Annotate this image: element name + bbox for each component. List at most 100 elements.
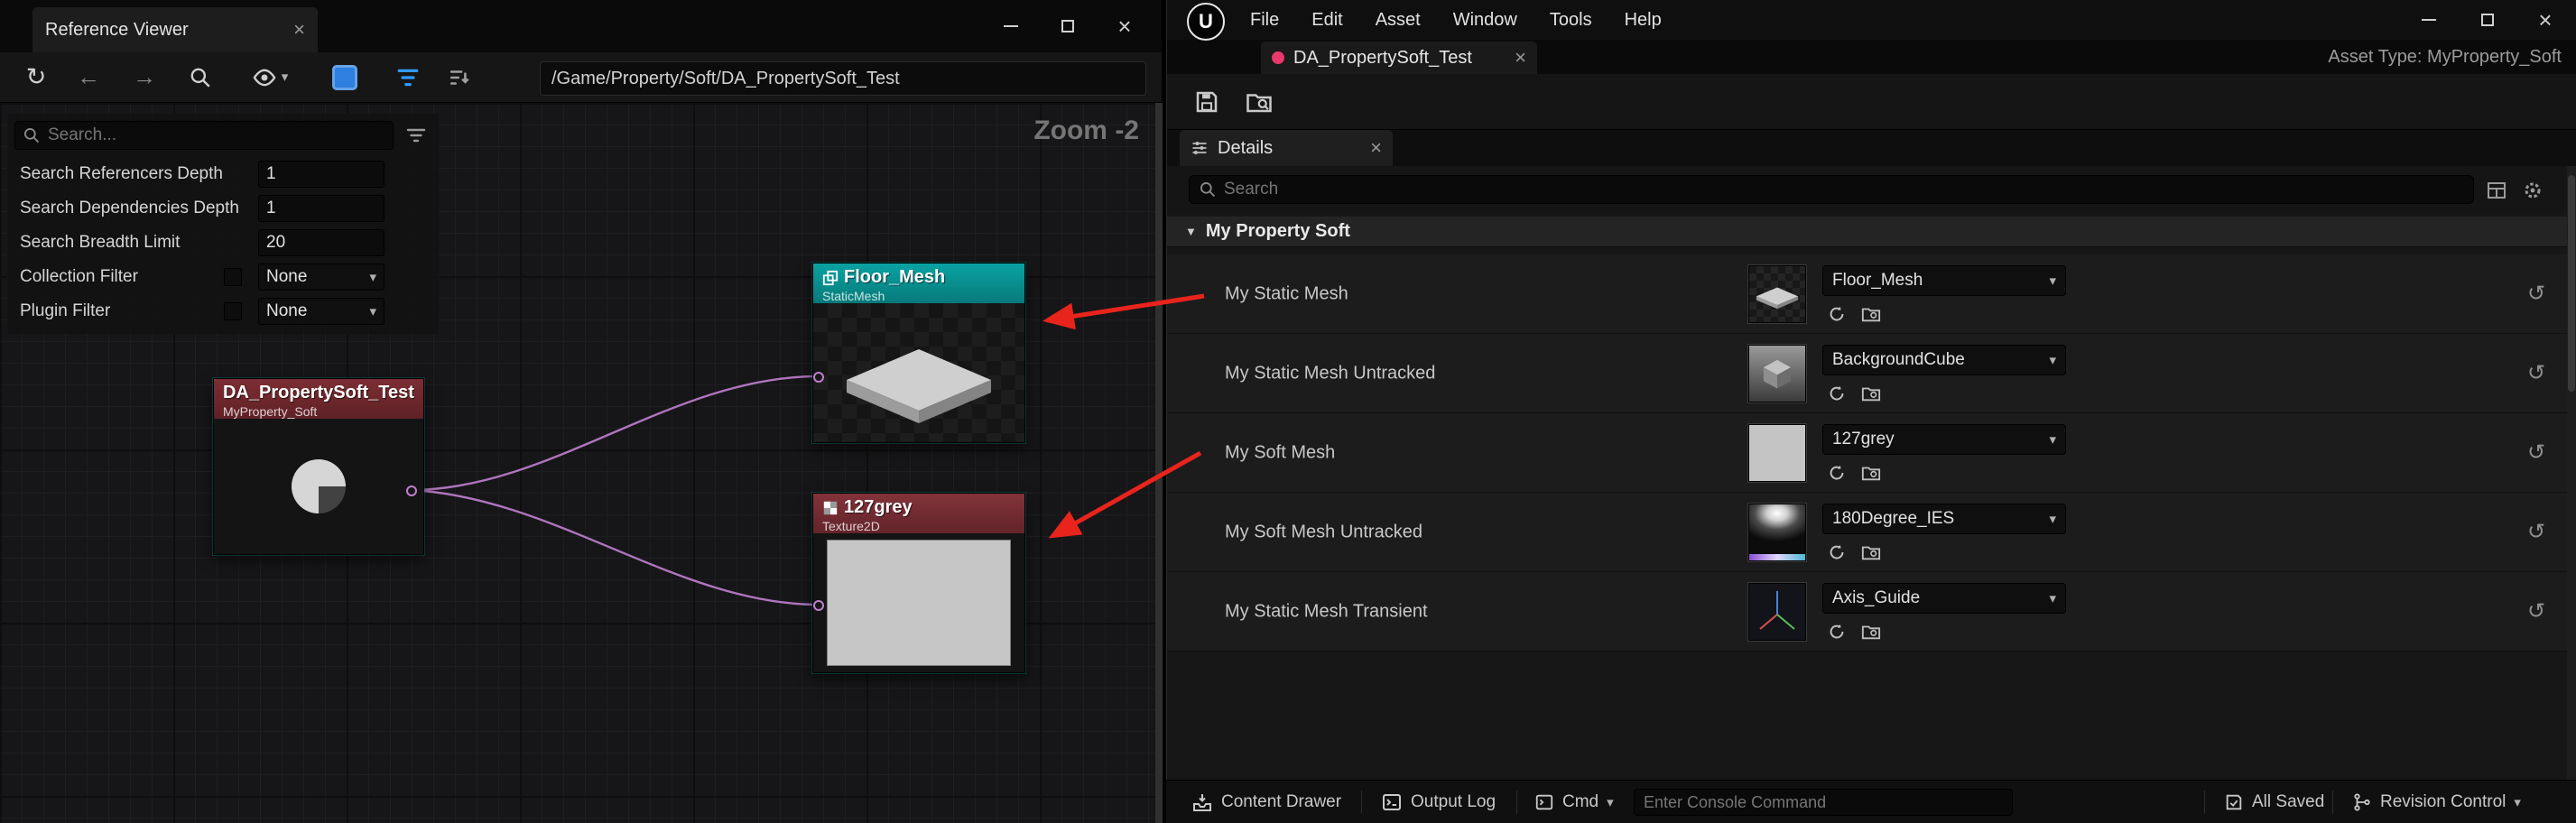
reference-viewer-tab[interactable]: Reference Viewer × xyxy=(32,7,318,52)
breadth-limit-field[interactable] xyxy=(258,229,385,256)
use-selected-asset-icon xyxy=(1827,542,1847,562)
details-tab[interactable]: Details × xyxy=(1180,130,1393,166)
asset-thumbnail[interactable] xyxy=(1748,265,1806,323)
node-title: DA_PropertySoft_Test xyxy=(223,383,414,403)
scrollbar-handle[interactable] xyxy=(2568,175,2575,392)
filter-button[interactable] xyxy=(390,60,426,96)
graph-node-floor-mesh[interactable]: Floor_Mesh StaticMesh xyxy=(812,263,1025,443)
plugin-filter-dropdown[interactable]: None ▾ xyxy=(258,298,385,325)
asset-thumbnail[interactable] xyxy=(1748,345,1806,402)
browse-to-asset-button[interactable] xyxy=(1858,381,1884,406)
maximize-button[interactable] xyxy=(2468,2,2507,38)
property-row-my-soft-mesh: My Soft Mesh 127grey ▾ ↺ xyxy=(1167,413,2576,493)
menu-item-help[interactable]: Help xyxy=(1625,10,1662,31)
reset-to-default-button[interactable]: ↺ xyxy=(2521,358,2552,389)
cmd-selector[interactable]: Cmd ▾ xyxy=(1534,781,1614,823)
dependencies-depth-field[interactable] xyxy=(258,195,385,222)
menu-item-window[interactable]: Window xyxy=(1453,10,1517,31)
plugin-filter-checkbox[interactable] xyxy=(224,302,242,320)
minimize-button[interactable] xyxy=(2409,2,2449,38)
asset-path-field[interactable] xyxy=(540,61,1146,96)
reset-to-default-button[interactable]: ↺ xyxy=(2521,596,2552,627)
property-label: My Static Mesh Untracked xyxy=(1225,363,1435,384)
reset-to-default-button[interactable]: ↺ xyxy=(2521,517,2552,548)
browse-to-asset-button[interactable] xyxy=(1858,540,1884,565)
content-drawer-button[interactable]: Content Drawer xyxy=(1191,781,1341,823)
back-button[interactable]: ← xyxy=(70,60,107,96)
close-icon[interactable]: × xyxy=(293,20,305,40)
display-options-button[interactable] xyxy=(2483,177,2510,204)
revision-control-button[interactable]: Revision Control ▾ xyxy=(2352,781,2521,823)
details-search-field[interactable] xyxy=(1189,175,2474,204)
close-window-button[interactable]: × xyxy=(2525,2,2565,38)
sort-options-button[interactable] xyxy=(442,60,478,96)
asset-picker-dropdown[interactable]: BackgroundCube ▾ xyxy=(1822,345,2066,375)
graph-node-127grey[interactable]: 127grey Texture2D xyxy=(812,493,1025,673)
graph-search-input[interactable] xyxy=(48,125,385,145)
search-filter-button[interactable] xyxy=(401,121,431,150)
referencers-depth-field[interactable] xyxy=(258,161,385,188)
use-selected-asset-button[interactable] xyxy=(1824,619,1849,644)
maximize-button[interactable] xyxy=(1048,8,1088,44)
asset-thumbnail[interactable] xyxy=(1748,583,1806,641)
close-icon[interactable]: × xyxy=(1370,138,1382,158)
browse-to-asset-button[interactable] xyxy=(1858,301,1884,327)
gear-icon xyxy=(2522,180,2544,201)
asset-tab[interactable]: DA_PropertySoft_Test × xyxy=(1261,42,1537,74)
menu-item-tools[interactable]: Tools xyxy=(1550,10,1592,31)
details-search-input[interactable] xyxy=(1224,180,2464,199)
asset-path-input[interactable] xyxy=(551,69,1135,89)
browse-to-asset-button[interactable] xyxy=(1858,460,1884,485)
settings-button[interactable] xyxy=(2519,177,2546,204)
details-scrollbar[interactable] xyxy=(2567,166,2576,780)
asset-picker-dropdown[interactable]: 127grey ▾ xyxy=(1822,424,2066,455)
collection-filter-dropdown[interactable]: None ▾ xyxy=(258,264,385,291)
graph-search-field[interactable] xyxy=(14,121,394,150)
chevron-down-icon: ▾ xyxy=(282,70,289,84)
asset-picker-dropdown[interactable]: Axis_Guide ▾ xyxy=(1822,583,2066,614)
forward-button[interactable]: → xyxy=(126,60,162,96)
browse-to-asset-button[interactable] xyxy=(1239,82,1279,122)
refresh-button[interactable]: ↻ xyxy=(18,60,54,96)
save-button[interactable] xyxy=(1187,82,1227,122)
reference-graph[interactable]: Zoom -2 Search Referencers Depth xyxy=(0,103,1163,823)
minimize-button[interactable] xyxy=(991,8,1031,44)
close-window-button[interactable]: × xyxy=(1105,8,1144,44)
zoom-to-fit-button[interactable] xyxy=(182,60,218,96)
browse-to-asset-button[interactable] xyxy=(1858,619,1884,644)
console-command-input[interactable] xyxy=(1644,793,2003,812)
asset-thumbnail[interactable] xyxy=(1748,504,1806,561)
menu-item-edit[interactable]: Edit xyxy=(1311,10,1342,31)
folder-search-icon xyxy=(1861,463,1881,483)
category-header-my-property-soft[interactable]: ▼ My Property Soft xyxy=(1167,217,2576,247)
asset-picker-dropdown[interactable]: 180Degree_IES ▾ xyxy=(1822,504,2066,534)
reset-to-default-button[interactable]: ↺ xyxy=(2521,279,2552,310)
collection-filter-checkbox[interactable] xyxy=(224,268,242,286)
use-selected-asset-button[interactable] xyxy=(1824,540,1849,565)
save-status-button[interactable]: All Saved xyxy=(2224,781,2324,823)
output-log-button[interactable]: Output Log xyxy=(1381,781,1496,823)
breadth-limit-input[interactable] xyxy=(266,233,376,253)
graph-scrollbar[interactable] xyxy=(1155,103,1163,823)
menu-item-file[interactable]: File xyxy=(1250,10,1279,31)
console-command-field[interactable] xyxy=(1634,789,2013,816)
output-pin[interactable] xyxy=(406,485,417,496)
asset-picker-dropdown[interactable]: Floor_Mesh ▾ xyxy=(1822,265,2066,296)
input-pin[interactable] xyxy=(813,372,824,383)
graph-node-da-propertysoft-test[interactable]: DA_PropertySoft_Test MyProperty_Soft xyxy=(213,378,424,555)
visibility-menu-button[interactable]: ▾ xyxy=(242,60,298,96)
referencers-depth-input[interactable] xyxy=(266,164,376,184)
reset-icon: ↺ xyxy=(2527,601,2545,623)
use-selected-asset-button[interactable] xyxy=(1824,381,1849,406)
use-selected-asset-button[interactable] xyxy=(1824,301,1849,327)
reset-to-default-button[interactable]: ↺ xyxy=(2521,438,2552,468)
close-icon[interactable]: × xyxy=(1515,48,1526,68)
asset-thumbnail[interactable] xyxy=(1748,424,1806,482)
use-selected-asset-button[interactable] xyxy=(1824,460,1849,485)
input-pin[interactable] xyxy=(813,600,824,611)
menu-item-asset[interactable]: Asset xyxy=(1376,10,1421,31)
dependencies-depth-input[interactable] xyxy=(266,199,376,218)
refresh-icon: ↻ xyxy=(26,63,47,91)
filters-panel-toggle[interactable] xyxy=(325,60,365,96)
reference-viewer-titlebar[interactable]: Reference Viewer × × xyxy=(0,0,1162,52)
